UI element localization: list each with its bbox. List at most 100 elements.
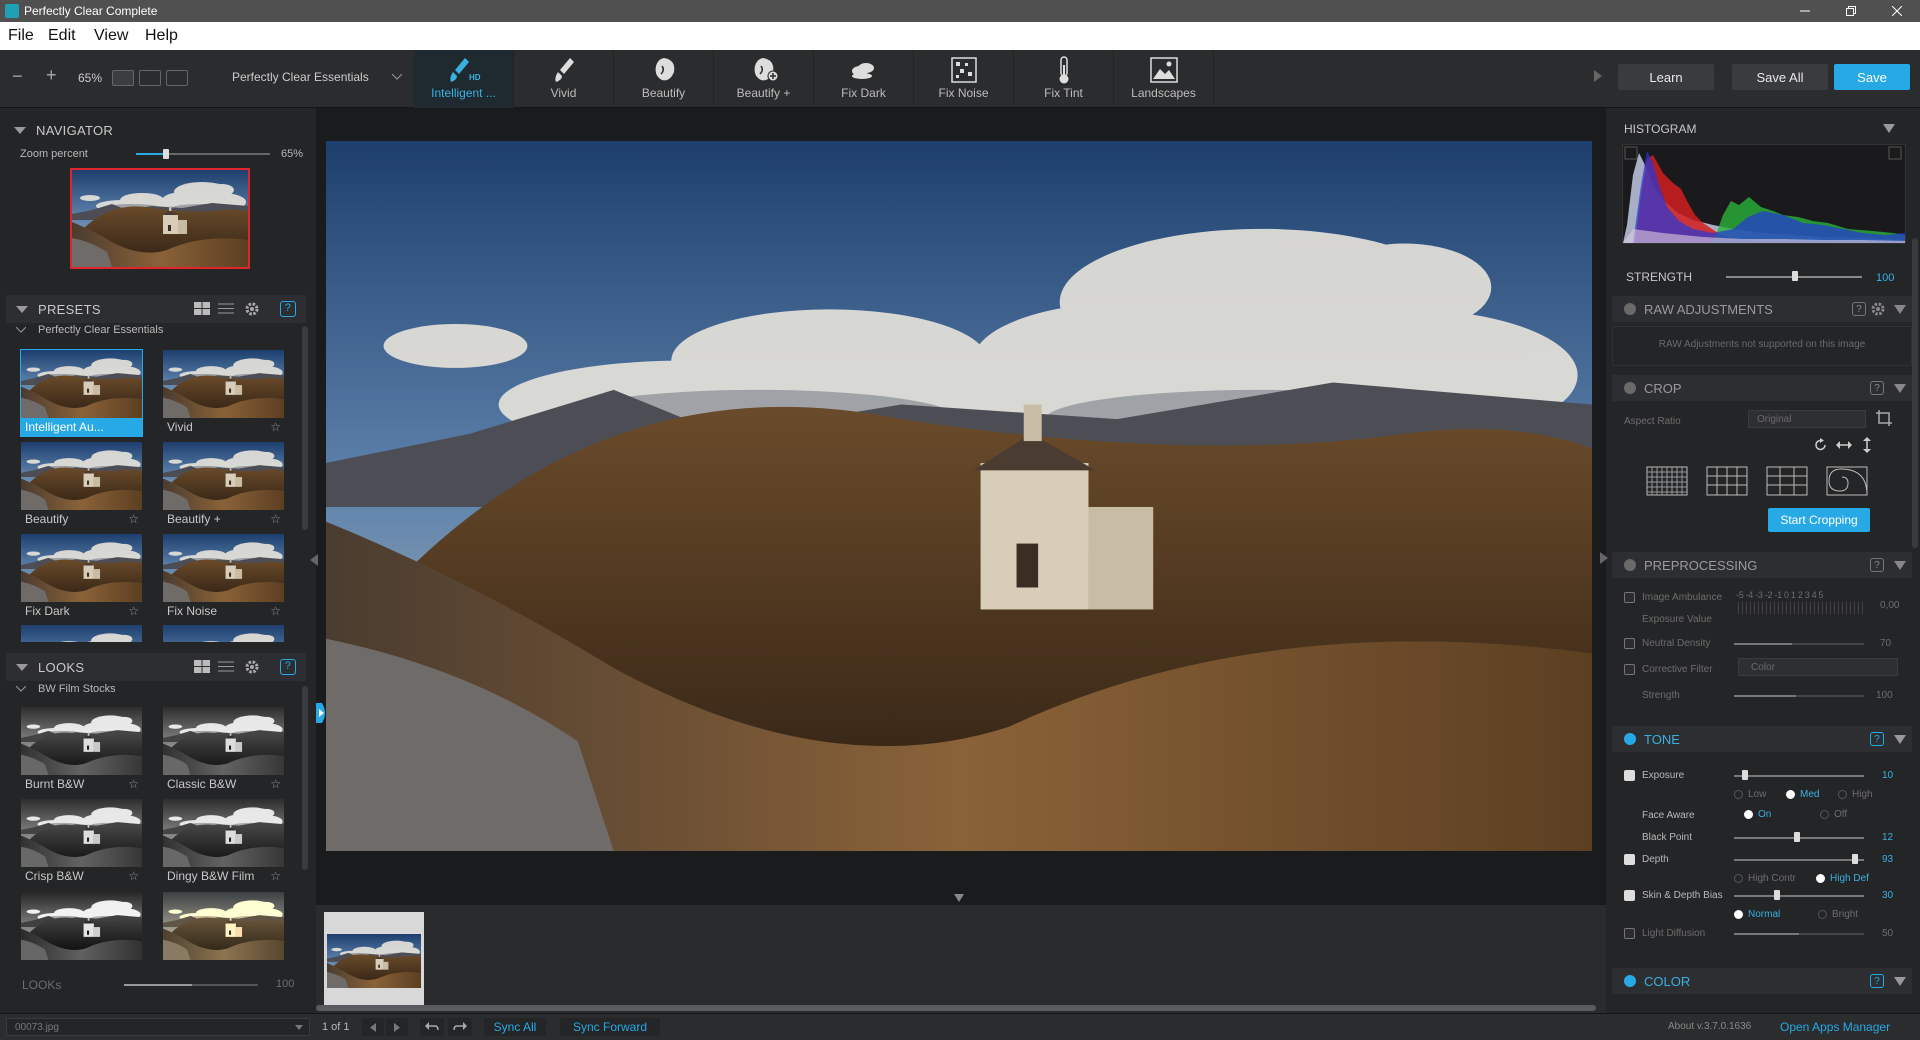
preset-item[interactable]: Beautify ☆ <box>20 441 143 529</box>
filmstrip-scrollbar[interactable] <box>316 1005 1596 1011</box>
view-split-button[interactable] <box>139 70 161 86</box>
flip-vertical-icon[interactable] <box>1862 437 1872 453</box>
high-def-radio[interactable] <box>1816 874 1825 883</box>
look-item[interactable]: Burnt B&W ☆ <box>20 706 143 794</box>
corrective-filter-checkbox[interactable] <box>1624 664 1635 675</box>
exposure-slider[interactable] <box>1734 775 1864 777</box>
minimize-button[interactable] <box>1782 0 1828 22</box>
tool-vivid[interactable]: Vivid <box>514 50 614 108</box>
exposure-med-radio[interactable] <box>1786 790 1795 799</box>
open-apps-manager-link[interactable]: Open Apps Manager <box>1780 1020 1890 1034</box>
menu-view[interactable]: View <box>94 27 128 45</box>
grid-golden-overlay-icon[interactable] <box>1706 466 1748 496</box>
file-select[interactable]: 00073.jpg <box>6 1018 310 1036</box>
save-all-button[interactable]: Save All <box>1732 64 1828 90</box>
collapse-right-icon[interactable] <box>1594 70 1602 82</box>
undo-icon[interactable] <box>420 1018 444 1036</box>
section-toggle[interactable] <box>1624 303 1636 315</box>
main-photo[interactable] <box>326 141 1592 851</box>
collapse-right-panel-icon[interactable] <box>1600 552 1608 564</box>
spiral-overlay-icon[interactable] <box>1826 466 1868 496</box>
start-cropping-button[interactable]: Start Cropping <box>1768 508 1870 532</box>
menu-edit[interactable]: Edit <box>48 27 76 45</box>
preset-item[interactable]: Beautify + ☆ <box>162 441 285 529</box>
about-version[interactable]: About v.3.7.0.1636 <box>1668 1021 1751 1032</box>
aspect-ratio-select[interactable]: Original <box>1748 410 1866 428</box>
grid-view-icon[interactable] <box>194 660 210 673</box>
tool-beautify[interactable]: Beautify + <box>714 50 814 108</box>
close-button[interactable] <box>1874 0 1920 22</box>
section-toggle[interactable] <box>1624 559 1636 571</box>
high-contr-radio[interactable] <box>1734 874 1743 883</box>
exposure-slider-handle[interactable] <box>1742 770 1748 780</box>
star-icon[interactable]: ☆ <box>270 512 281 526</box>
crop-header[interactable]: CROP ? <box>1612 375 1912 401</box>
strength-slider-handle[interactable] <box>1792 271 1798 281</box>
zoom-out-button[interactable]: − <box>12 66 23 87</box>
next-image-button[interactable] <box>386 1018 408 1036</box>
face-aware-on-radio[interactable] <box>1744 810 1753 819</box>
black-point-slider-handle[interactable] <box>1794 832 1800 842</box>
look-thumbnail[interactable] <box>163 892 284 960</box>
depth-checkbox[interactable] <box>1624 854 1635 865</box>
face-aware-off-radio[interactable] <box>1820 810 1829 819</box>
redo-icon[interactable] <box>448 1018 472 1036</box>
color-header[interactable]: COLOR ? <box>1612 968 1912 994</box>
preset-thumbnail[interactable] <box>163 625 284 642</box>
learn-button[interactable]: Learn <box>1618 64 1714 90</box>
tool-intelligent[interactable]: HD Intelligent ... <box>414 50 514 108</box>
section-toggle[interactable] <box>1624 382 1636 394</box>
list-view-icon[interactable] <box>218 660 234 673</box>
prev-image-button[interactable] <box>362 1018 384 1036</box>
restore-button[interactable] <box>1828 0 1874 22</box>
save-button[interactable]: Save <box>1834 64 1910 90</box>
tool-beautify[interactable]: Beautify <box>614 50 714 108</box>
look-item[interactable]: Dingy B&W Film ☆ <box>162 798 285 886</box>
menu-help[interactable]: Help <box>145 27 178 45</box>
tool-landscapes[interactable]: Landscapes <box>1114 50 1214 108</box>
preset-item[interactable]: Fix Dark ☆ <box>20 533 143 621</box>
view-single-button[interactable] <box>112 70 134 86</box>
grid-view-icon[interactable] <box>194 302 210 315</box>
help-icon[interactable]: ? <box>1870 974 1884 988</box>
sync-forward-button[interactable]: Sync Forward <box>560 1018 660 1036</box>
section-toggle[interactable] <box>1624 975 1636 987</box>
ambulance-slider[interactable] <box>1738 602 1866 614</box>
filmstrip-thumbnail[interactable] <box>324 912 424 1010</box>
preset-item[interactable]: Fix Noise ☆ <box>162 533 285 621</box>
sync-all-button[interactable]: Sync All <box>484 1018 546 1036</box>
tone-header[interactable]: TONE ? <box>1612 726 1912 752</box>
chevron-down-icon[interactable] <box>1894 384 1906 393</box>
star-icon[interactable]: ☆ <box>270 777 281 791</box>
gear-icon[interactable] <box>1870 301 1886 317</box>
star-icon[interactable]: ☆ <box>270 869 281 883</box>
navigator-thumbnail[interactable] <box>70 168 250 269</box>
look-thumbnail[interactable] <box>21 892 142 960</box>
chevron-down-icon[interactable] <box>1894 977 1906 986</box>
help-icon[interactable]: ? <box>1852 302 1866 316</box>
collapse-filmstrip-icon[interactable] <box>954 894 964 902</box>
help-icon[interactable]: ? <box>280 659 296 675</box>
depth-slider[interactable] <box>1734 859 1864 861</box>
chevron-down-icon[interactable] <box>16 327 26 333</box>
star-icon[interactable]: ☆ <box>128 777 139 791</box>
right-panel-scrollbar[interactable] <box>1912 238 1918 548</box>
chevron-down-icon[interactable] <box>1883 124 1895 134</box>
zoom-slider-handle[interactable] <box>163 149 169 159</box>
chevron-down-icon[interactable] <box>1894 305 1906 314</box>
gear-icon[interactable] <box>244 659 260 675</box>
tool-fix-noise[interactable]: Fix Noise <box>914 50 1014 108</box>
list-view-icon[interactable] <box>218 302 234 315</box>
preset-item[interactable]: Intelligent Au... <box>20 349 143 437</box>
star-icon[interactable]: ☆ <box>270 604 281 618</box>
view-side-by-side-button[interactable] <box>166 70 188 86</box>
navigator-header[interactable]: NAVIGATOR <box>0 116 310 144</box>
bright-radio[interactable] <box>1818 910 1827 919</box>
looks-header[interactable]: LOOKS ? <box>6 653 306 681</box>
grid-fine-overlay-icon[interactable] <box>1646 466 1688 496</box>
star-icon[interactable]: ☆ <box>128 869 139 883</box>
zoom-in-button[interactable]: + <box>46 65 57 86</box>
help-icon[interactable]: ? <box>280 301 296 317</box>
gear-icon[interactable] <box>244 301 260 317</box>
preset-item[interactable]: Vivid ☆ <box>162 349 285 437</box>
